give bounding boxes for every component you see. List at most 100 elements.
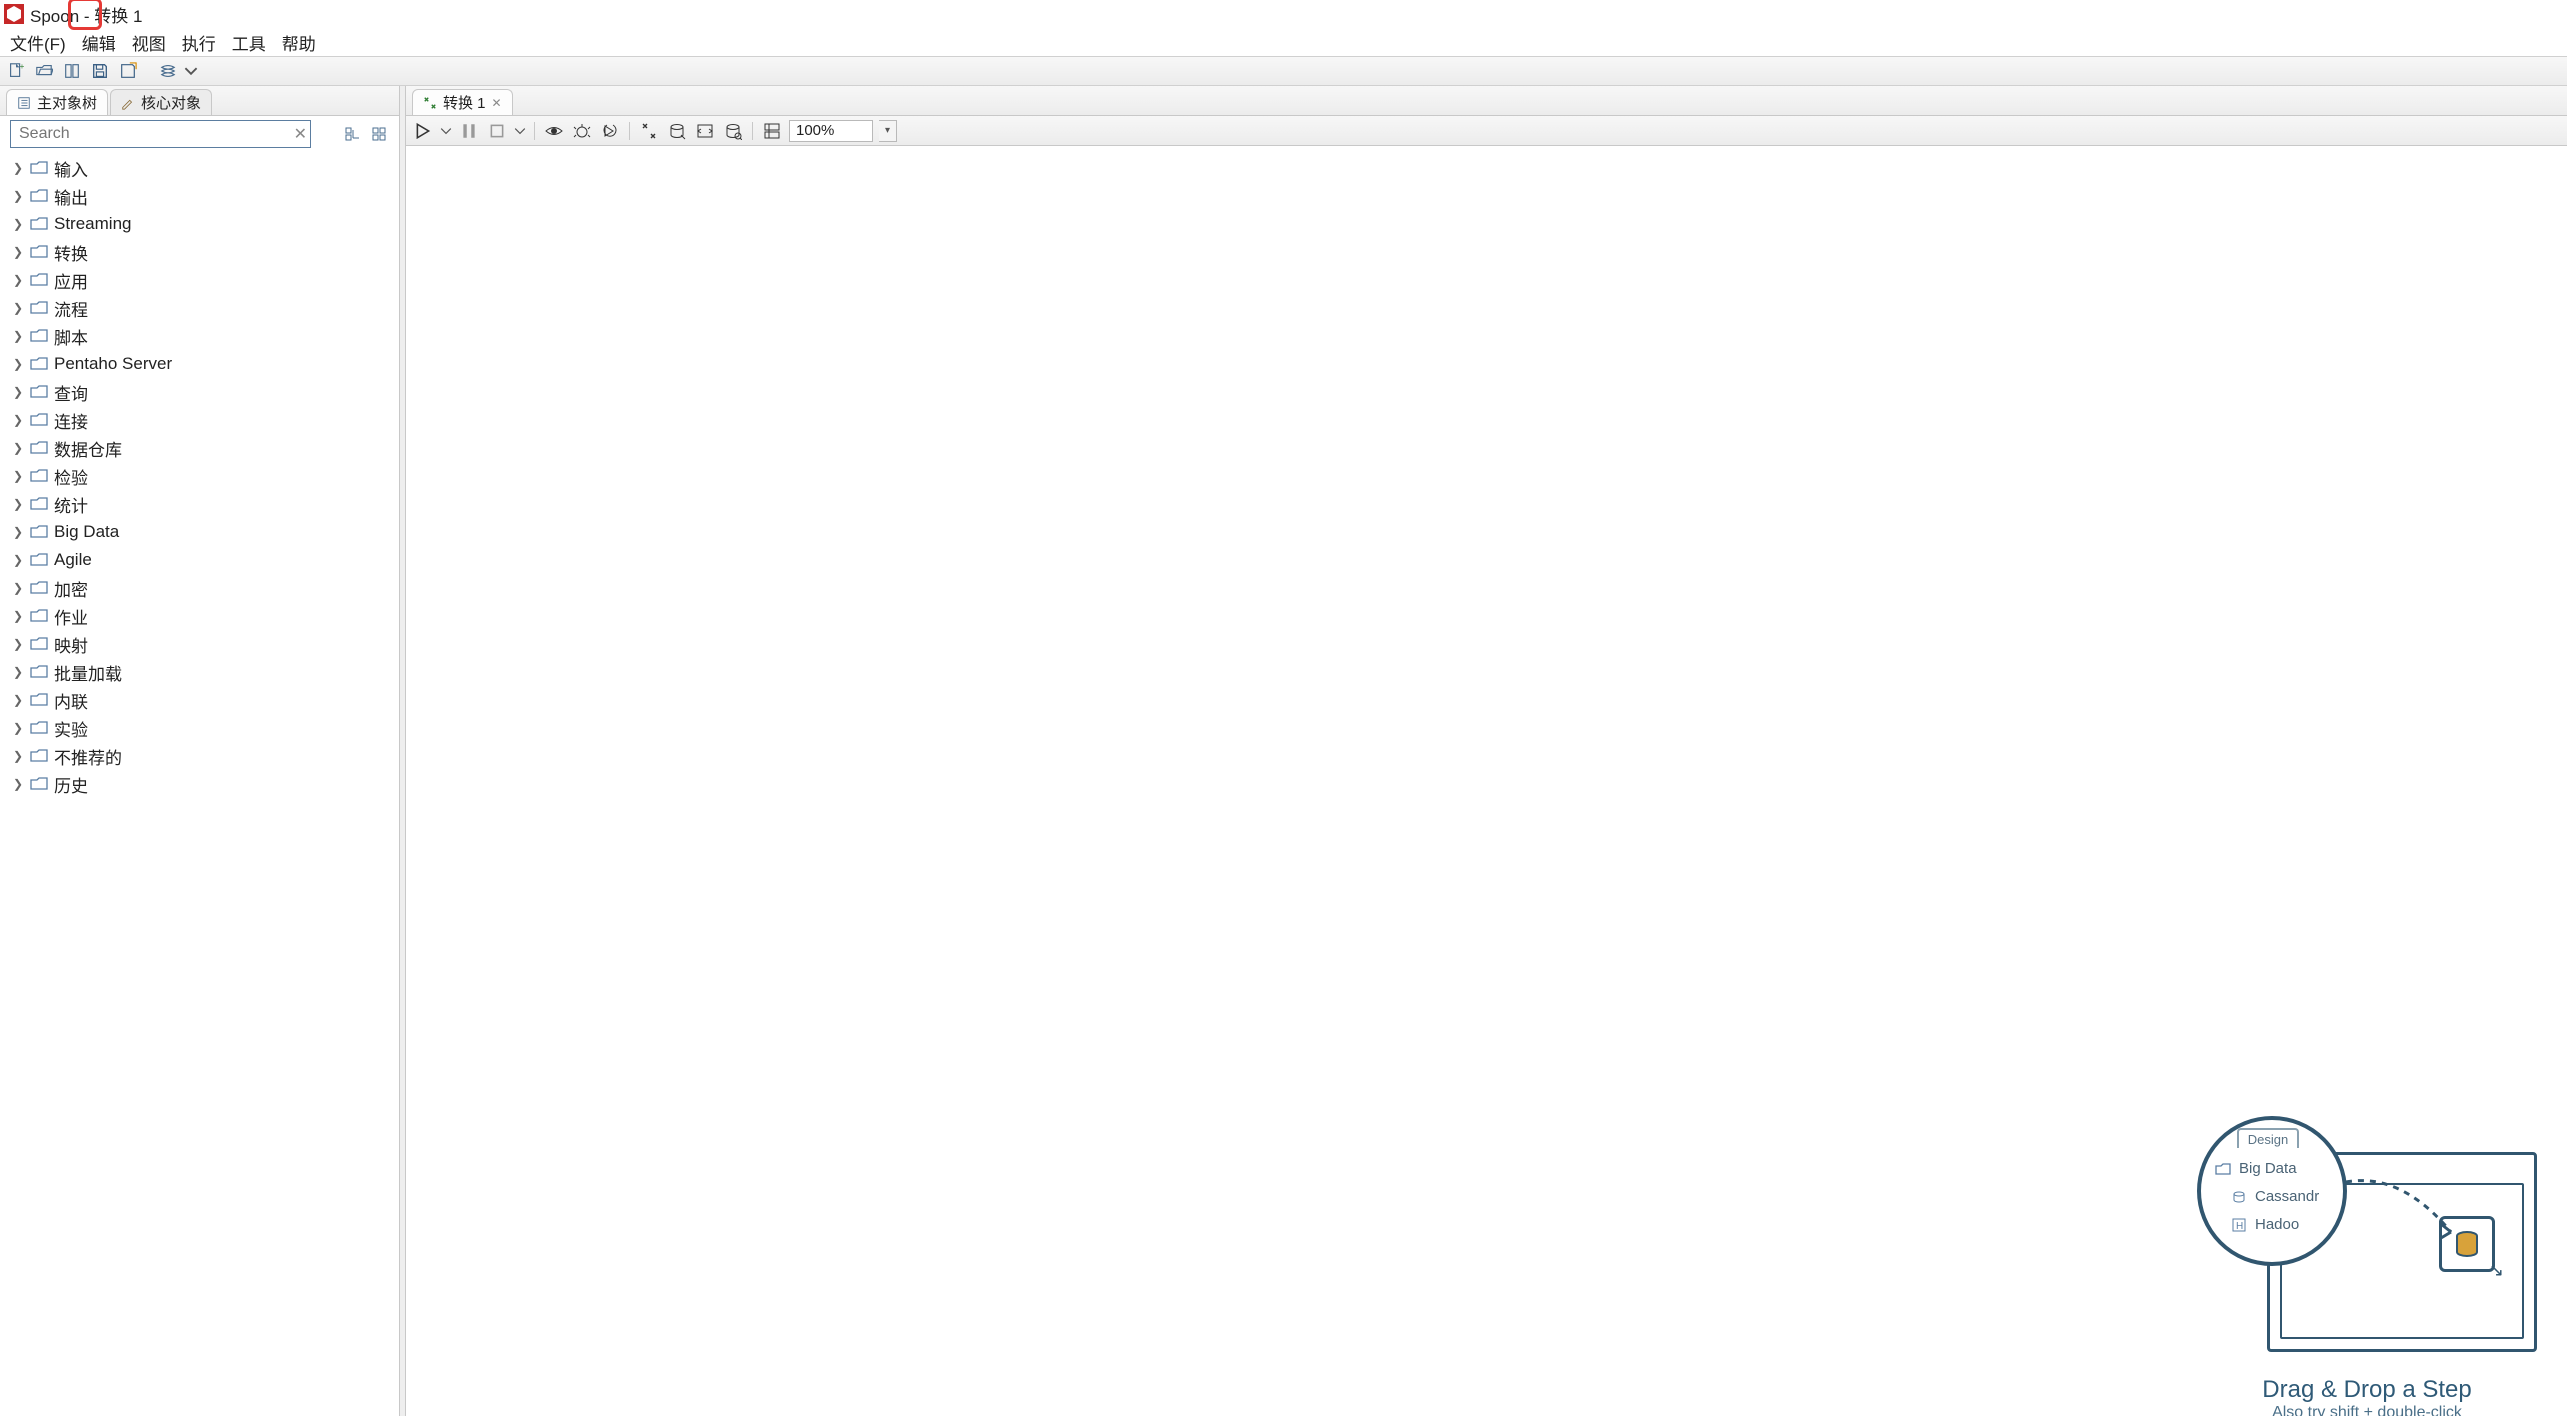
- canvas[interactable]: ↘ Design Big Data Cas: [406, 146, 2567, 1416]
- tab-main-tree[interactable]: 主对象树: [6, 89, 108, 115]
- tree-item[interactable]: ❯历史: [12, 770, 399, 798]
- run-button[interactable]: [412, 120, 434, 142]
- tree-item[interactable]: ❯脚本: [12, 322, 399, 350]
- tree-item[interactable]: ❯输出: [12, 182, 399, 210]
- folder-icon: [30, 327, 48, 345]
- tree-item[interactable]: ❯转换: [12, 238, 399, 266]
- expand-icon[interactable]: ❯: [12, 217, 24, 231]
- perspective-dropdown[interactable]: [184, 59, 198, 83]
- save-as-button[interactable]: [116, 59, 140, 83]
- menu-view[interactable]: 视图: [126, 28, 172, 57]
- tree-item[interactable]: ❯统计: [12, 490, 399, 518]
- search-clear-icon[interactable]: ✕: [294, 124, 307, 144]
- expand-icon[interactable]: ❯: [12, 245, 24, 259]
- explore-db-button[interactable]: [722, 120, 744, 142]
- expand-all-button[interactable]: [343, 124, 363, 144]
- expand-icon[interactable]: ❯: [12, 497, 24, 511]
- expand-icon[interactable]: ❯: [12, 777, 24, 791]
- expand-icon[interactable]: ❯: [12, 525, 24, 539]
- expand-icon[interactable]: ❯: [12, 413, 24, 427]
- expand-icon[interactable]: ❯: [12, 441, 24, 455]
- pause-button[interactable]: [458, 120, 480, 142]
- tree-item-label: 数据仓库: [54, 436, 122, 461]
- show-results-button[interactable]: [761, 120, 783, 142]
- hint-design-tab-label: Design: [2237, 1128, 2299, 1148]
- hint-arrow-icon: [2341, 1172, 2461, 1252]
- folder-icon: [30, 607, 48, 625]
- tree-item[interactable]: ❯连接: [12, 406, 399, 434]
- expand-icon[interactable]: ❯: [12, 693, 24, 707]
- close-tab-icon[interactable]: ✕: [492, 96, 502, 110]
- expand-icon[interactable]: ❯: [12, 581, 24, 595]
- replay-button[interactable]: [599, 120, 621, 142]
- tree-item-label: 检验: [54, 464, 88, 489]
- expand-icon[interactable]: ❯: [12, 469, 24, 483]
- expand-icon[interactable]: ❯: [12, 553, 24, 567]
- tree-item[interactable]: ❯内联: [12, 686, 399, 714]
- expand-icon[interactable]: ❯: [12, 721, 24, 735]
- explore-repo-button[interactable]: [60, 59, 84, 83]
- tree-item[interactable]: ❯Big Data: [12, 518, 399, 546]
- folder-icon: [30, 411, 48, 429]
- tree-item[interactable]: ❯ 数据仓库: [12, 434, 399, 462]
- expand-icon[interactable]: ❯: [12, 161, 24, 175]
- tree-item[interactable]: ❯输入: [12, 154, 399, 182]
- run-options-dropdown[interactable]: [440, 120, 452, 142]
- tree-item[interactable]: ❯不推荐的: [12, 742, 399, 770]
- perspective-button[interactable]: [156, 59, 180, 83]
- expand-icon[interactable]: ❯: [12, 749, 24, 763]
- expand-icon[interactable]: ❯: [12, 329, 24, 343]
- preview-button[interactable]: [543, 120, 565, 142]
- tree-item[interactable]: ❯Streaming: [12, 210, 399, 238]
- tree-item[interactable]: ❯ 检验: [12, 462, 399, 490]
- menu-tools[interactable]: 工具: [226, 28, 272, 57]
- stop-dropdown[interactable]: [514, 120, 526, 142]
- expand-icon[interactable]: ❯: [12, 637, 24, 651]
- right-pane: 转换 1 ✕ 100% ▾: [406, 86, 2567, 1416]
- expand-icon[interactable]: ❯: [12, 385, 24, 399]
- collapse-all-button[interactable]: [369, 124, 389, 144]
- tree-item[interactable]: ❯ 批量加载: [12, 658, 399, 686]
- expand-icon[interactable]: ❯: [12, 357, 24, 371]
- tree-item-label: 实验: [54, 716, 88, 741]
- new-file-button[interactable]: +: [4, 59, 28, 83]
- menu-file[interactable]: 文件(F): [4, 28, 72, 57]
- steps-tree[interactable]: ❯输入❯输出❯Streaming❯转换❯应用❯流程❯脚本❯Pentaho Ser…: [0, 152, 399, 1416]
- tree-item[interactable]: ❯应用: [12, 266, 399, 294]
- zoom-dropdown[interactable]: ▾: [879, 120, 897, 142]
- editor-tab-transform-1[interactable]: 转换 1 ✕: [412, 89, 513, 115]
- expand-icon[interactable]: ❯: [12, 273, 24, 287]
- tree-item[interactable]: ❯流程: [12, 294, 399, 322]
- folder-icon: [30, 215, 48, 233]
- tree-item[interactable]: ❯查询: [12, 378, 399, 406]
- expand-icon[interactable]: ❯: [12, 609, 24, 623]
- tree-item-label: 加密: [54, 576, 88, 601]
- tree-item[interactable]: ❯映射: [12, 630, 399, 658]
- main-toolbar: +: [0, 56, 2567, 86]
- save-button[interactable]: [88, 59, 112, 83]
- sql-button[interactable]: [694, 120, 716, 142]
- tree-item[interactable]: ❯Pentaho Server: [12, 350, 399, 378]
- search-input[interactable]: [10, 120, 311, 148]
- hint-title: Drag & Drop a Step: [2262, 1376, 2471, 1404]
- menu-bar: 文件(F) 编辑 视图 执行 工具 帮助: [0, 28, 2567, 56]
- open-file-button[interactable]: [32, 59, 56, 83]
- expand-icon[interactable]: ❯: [12, 189, 24, 203]
- tree-item[interactable]: ❯Agile: [12, 546, 399, 574]
- zoom-value[interactable]: 100%: [789, 120, 873, 142]
- menu-run[interactable]: 执行: [176, 28, 222, 57]
- verify-button[interactable]: [638, 120, 660, 142]
- expand-icon[interactable]: ❯: [12, 665, 24, 679]
- tree-item[interactable]: ❯ 实验: [12, 714, 399, 742]
- editor-tab-label: 转换 1: [443, 92, 486, 113]
- tree-item[interactable]: ❯ 加密: [12, 574, 399, 602]
- tree-item[interactable]: ❯作业: [12, 602, 399, 630]
- menu-edit[interactable]: 编辑: [76, 28, 122, 57]
- impact-button[interactable]: [666, 120, 688, 142]
- expand-icon[interactable]: ❯: [12, 301, 24, 315]
- debug-button[interactable]: [571, 120, 593, 142]
- stop-button[interactable]: [486, 120, 508, 142]
- tab-core-objects[interactable]: 核心对象: [110, 89, 212, 115]
- menu-help[interactable]: 帮助: [276, 28, 322, 57]
- tree-item-label: 批量加载: [54, 660, 122, 685]
